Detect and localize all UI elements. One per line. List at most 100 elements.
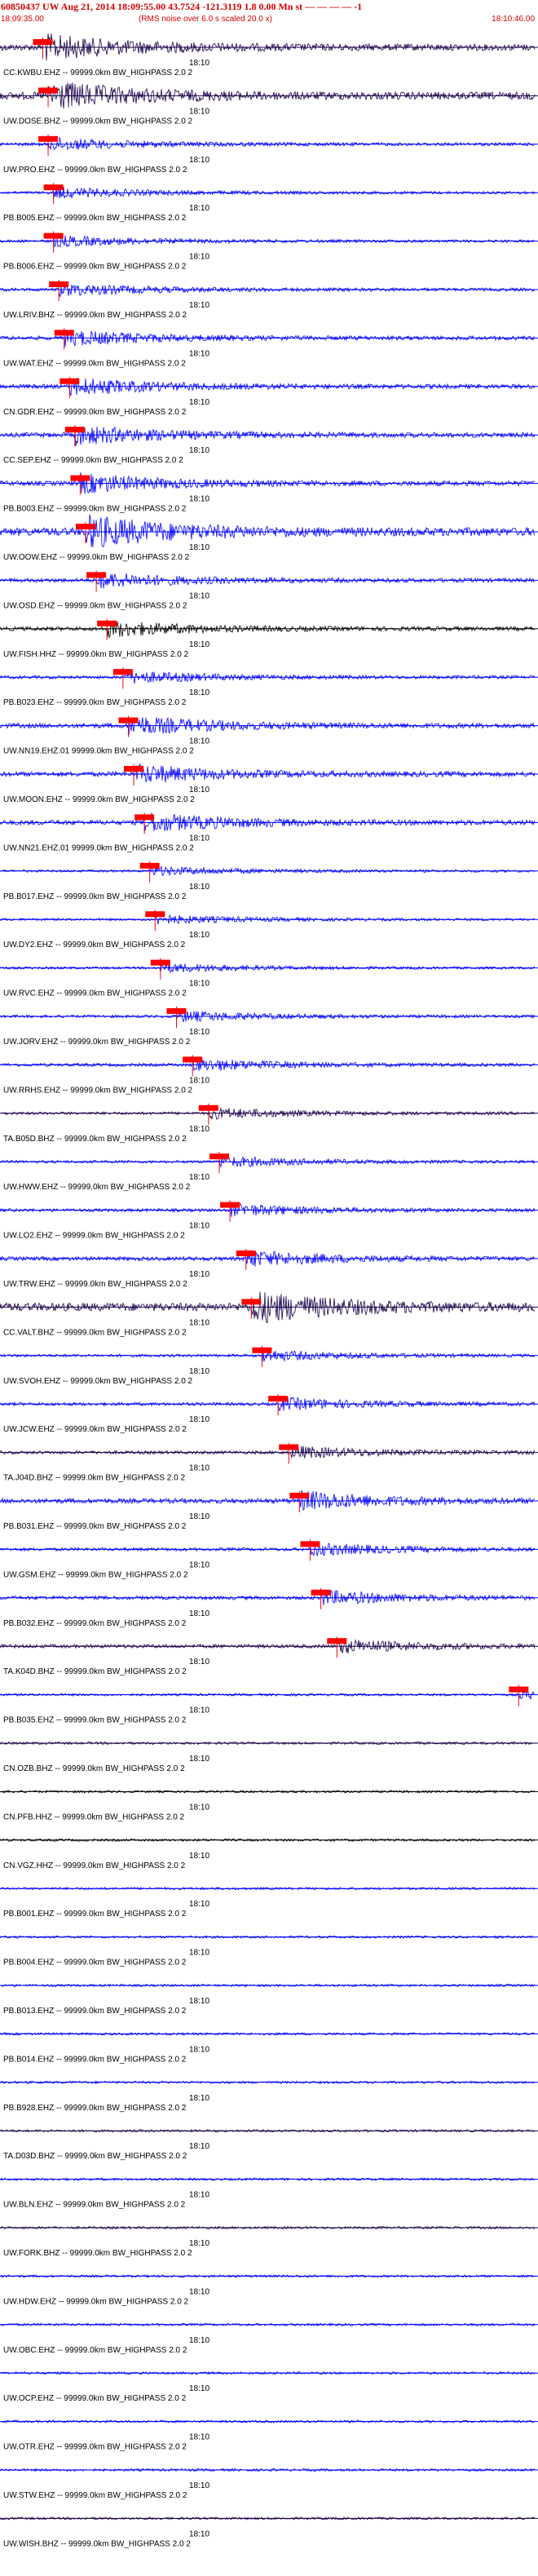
channel-label: UW.RVC.EHZ -- 99999.0km BW_HIGHPASS 2.0 … [3,989,187,998]
channel-trace: UW.WAT.EHZ -- 99999.0km BW_HIGHPASS 2.0 … [0,328,538,368]
time-tick-label: 18:10 [189,156,209,165]
channel-label: UW.OBC.EHZ -- 99999.0km BW_HIGHPASS 2.0 … [3,2346,187,2355]
time-tick-label: 18:10 [189,1852,209,1861]
channel-trace: UW.OBC.EHZ -- 99999.0km BW_HIGHPASS 2.0 … [0,2322,538,2355]
time-tick-label: 18:10 [189,1125,209,1134]
channel-trace: UW.JORV.EHZ -- 99999.0km BW_HIGHPASS 2.0… [0,1007,538,1047]
channel-trace: TA.D03D.BHZ -- 99999.0km BW_HIGHPASS 2.0… [0,2128,538,2161]
time-tick-label: 18:10 [189,1512,209,1521]
time-tick-label: 18:10 [189,1706,209,1715]
channel-trace: PB.B031.EHZ -- 99999.0km BW_HIGHPASS 2.0… [0,1489,538,1531]
channel-trace: UW.OSD.EHZ -- 99999.0km BW_HIGHPASS 2.0 … [0,570,538,610]
waveform [0,2468,536,2472]
channel-trace: CN.VGZ.HHZ -- 99999.0km BW_HIGHPASS 2.0 … [0,1838,538,1870]
channel-trace: TA.B05D.BHZ -- 99999.0km BW_HIGHPASS 2.0… [0,1103,538,1144]
time-tick-label: 18:10 [189,301,209,310]
time-tick-label: 18:10 [189,2384,209,2393]
channel-label: PB.B005.EHZ -- 99999.0km BW_HIGHPASS 2.0… [3,214,187,223]
channel-trace: PB.B928.EHZ -- 99999.0km BW_HIGHPASS 2.0… [0,2080,538,2113]
channel-label: CC.SEP.EHZ -- 99999.0km BW_HIGHPASS 2.0 … [3,456,183,465]
channel-trace: UW.NN19.EHZ.01 99999.0km BW_HIGHPASS 2.0… [0,715,538,756]
time-tick-label: 18:10 [189,1270,209,1279]
waveform [0,1741,536,1746]
waveform [0,136,536,151]
channel-trace: PB.B023.EHZ -- 99999.0km BW_HIGHPASS 2.0… [0,667,538,707]
channel-trace: UW.FORK.BHZ -- 99999.0km BW_HIGHPASS 2.0… [0,2225,538,2258]
channel-label: UW.STW.EHZ -- 99999.0km BW_HIGHPASS 2.0 … [3,2491,187,2500]
channel-label: CC.KWBU.EHZ -- 99999.0km BW_HIGHPASS 2.0… [3,69,193,77]
channel-trace: UW.HWW.EHZ -- 99999.0km BW_HIGHPASS 2.0 … [0,1152,538,1192]
time-tick-label: 18:10 [189,1949,209,1958]
time-tick-label: 18:10 [189,1028,209,1037]
channel-trace: UW.BLN.EHZ -- 99999.0km BW_HIGHPASS 2.0 … [0,2176,538,2210]
time-tick-label: 18:10 [189,1367,209,1376]
time-tick-label: 18:10 [189,834,209,843]
channel-trace: PB.B003.EHZ -- 99999.0km BW_HIGHPASS 2.0… [0,472,538,514]
channel-trace: UW.MOON.EHZ -- 99999.0km BW_HIGHPASS 2.0… [0,764,538,804]
time-tick-label: 18:10 [189,543,209,552]
time-tick-label: 18:10 [189,980,209,989]
waveform [0,717,536,736]
channel-label: PB.B001.EHZ -- 99999.0km BW_HIGHPASS 2.0… [3,1910,187,1919]
time-tick-label: 18:10 [189,446,209,455]
time-tick-label: 18:10 [189,2530,209,2538]
channel-label: UW.JORV.EHZ -- 99999.0km BW_HIGHPASS 2.0… [3,1038,191,1047]
channel-trace: UW.LRIV.BHZ -- 99999.0km BW_HIGHPASS 2.0… [0,280,538,320]
channel-trace: PB.B001.EHZ -- 99999.0km BW_HIGHPASS 2.0… [0,1886,538,1919]
channel-label: UW.BLN.EHZ -- 99999.0km BW_HIGHPASS 2.0 … [3,2201,186,2210]
time-tick-label: 18:10 [189,253,209,262]
time-tick-label: 18:10 [189,1755,209,1764]
channel-label: UW.SVOH.EHZ -- 99999.0km BW_HIGHPASS 2.0… [3,1377,193,1386]
time-tick-label: 18:10 [189,495,209,504]
channel-trace: UW.RVC.EHZ -- 99999.0km BW_HIGHPASS 2.0 … [0,958,538,998]
channel-trace: PB.B014.EHZ -- 99999.0km BW_HIGHPASS 2.0… [0,2031,538,2064]
channel-trace: TA.K04D.BHZ -- 99999.0km BW_HIGHPASS 2.0… [0,1636,538,1676]
channel-trace: PB.B005.EHZ -- 99999.0km BW_HIGHPASS 2.0… [0,183,538,223]
channel-label: TA.D03D.BHZ -- 99999.0km BW_HIGHPASS 2.0… [3,2152,187,2161]
channel-trace: UW.DOSE.BHZ -- 99999.0km BW_HIGHPASS 2.0… [0,82,538,126]
channel-trace: UW.OTR.EHZ -- 99999.0km BW_HIGHPASS 2.0 … [0,2419,538,2452]
time-tick-label: 18:10 [189,1464,209,1473]
time-tick-label: 18:10 [189,2239,209,2248]
time-tick-label: 18:10 [189,2481,209,2490]
channel-label: PB.B928.EHZ -- 99999.0km BW_HIGHPASS 2.0… [3,2104,187,2113]
channel-trace: UW.DY2.EHZ -- 99999.0km BW_HIGHPASS 2.0 … [0,910,538,949]
channel-trace: UW.JCW.EHZ -- 99999.0km BW_HIGHPASS 2.0 … [0,1394,538,1434]
waveform [0,764,536,783]
time-tick-label: 18:10 [189,1997,209,2006]
channel-label: UW.HWW.EHZ -- 99999.0km BW_HIGHPASS 2.0 … [3,1183,191,1192]
waveform [0,1489,536,1511]
time-tick-label: 18:10 [189,640,209,649]
channel-trace: UW.OOW.EHZ -- 99999.0km BW_HIGHPASS 2.0 … [0,514,538,562]
channel-label: UW.NN21.EHZ.01 99999.0km BW_HIGHPASS 2.0… [3,843,194,852]
channel-label: PB.B014.EHZ -- 99999.0km BW_HIGHPASS 2.0… [3,2055,187,2064]
time-tick-label: 18:10 [189,1658,209,1666]
channel-trace: PB.B035.EHZ -- 99999.0km BW_HIGHPASS 2.0… [0,1684,538,1725]
channel-trace: UW.OCP.EHZ -- 99999.0km BW_HIGHPASS 2.0 … [0,2370,538,2403]
time-tick-label: 18:10 [189,2336,209,2345]
channel-label: PB.B006.EHZ -- 99999.0km BW_HIGHPASS 2.0… [3,263,187,272]
channel-trace: CN.PFB.HHZ -- 99999.0km BW_HIGHPASS 2.0 … [0,1789,538,1821]
channel-label: UW.LO2.EHZ -- 99999.0km BW_HIGHPASS 2.0 … [3,1232,185,1241]
channel-label: UW.WAT.EHZ -- 99999.0km BW_HIGHPASS 2.0 … [3,359,186,368]
time-tick-label: 18:10 [189,349,209,358]
channel-label: UW.RRHS.EHZ -- 99999.0km BW_HIGHPASS 2.0… [3,1086,193,1095]
channel-label: UW.LRIV.BHZ -- 99999.0km BW_HIGHPASS 2.0… [3,311,187,320]
time-tick-label: 18:10 [189,1222,209,1231]
channel-label: UW.PRO.EHZ -- 99999.0km BW_HIGHPASS 2.0 … [3,166,187,175]
channel-trace: UW.STW.EHZ -- 99999.0km BW_HIGHPASS 2.0 … [0,2468,538,2500]
channel-label: PB.B023.EHZ -- 99999.0km BW_HIGHPASS 2.0… [3,698,187,707]
time-tick-label: 18:10 [189,786,209,794]
channel-label: CN.VGZ.HHZ -- 99999.0km BW_HIGHPASS 2.0 … [3,1861,186,1870]
channel-trace: CC.SEP.EHZ -- 99999.0km BW_HIGHPASS 2.0 … [0,425,538,465]
channel-trace: UW.RRHS.EHZ -- 99999.0km BW_HIGHPASS 2.0… [0,1055,538,1095]
channel-label: UW.DY2.EHZ -- 99999.0km BW_HIGHPASS 2.0 … [3,941,186,949]
channel-trace: PB.B006.EHZ -- 99999.0km BW_HIGHPASS 2.0… [0,231,538,272]
channel-label: PB.B003.EHZ -- 99999.0km BW_HIGHPASS 2.0… [3,505,187,514]
channel-trace: CC.KWBU.EHZ -- 99999.0km BW_HIGHPASS 2.0… [0,33,538,77]
channel-trace: PB.B032.EHZ -- 99999.0km BW_HIGHPASS 2.0… [0,1587,538,1628]
channel-label: UW.MOON.EHZ -- 99999.0km BW_HIGHPASS 2.0… [3,795,195,804]
channel-trace: UW.PRO.EHZ -- 99999.0km BW_HIGHPASS 2.0 … [0,134,538,175]
channel-label: TA.B05D.BHZ -- 99999.0km BW_HIGHPASS 2.0… [3,1135,187,1144]
time-tick-label: 18:10 [189,931,209,940]
